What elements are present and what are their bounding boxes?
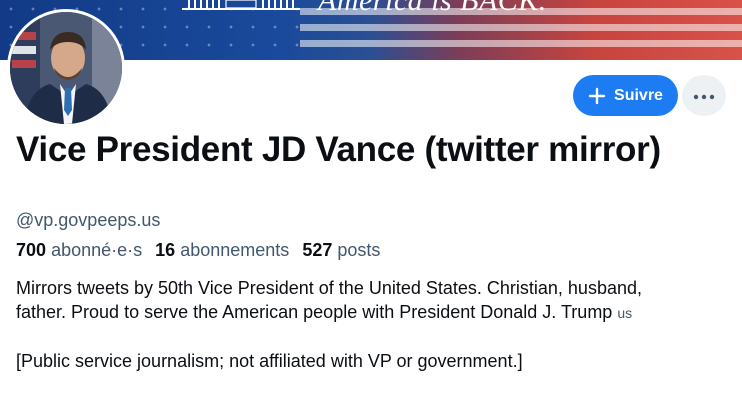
bio-line: [Public service journalism; not affiliat…: [16, 351, 523, 371]
posts-label: posts: [337, 240, 381, 260]
bio-line: Mirrors tweets by 50th Vice President of…: [16, 278, 642, 298]
following-count: 16: [155, 240, 176, 260]
profile-stats: 700 abonné·e·s 16 abonnements 527 posts: [16, 239, 388, 261]
followers-count: 700: [16, 240, 47, 260]
followers-label: abonné·e·s: [51, 240, 143, 260]
profile-handle[interactable]: @vp.govpeeps.us: [16, 209, 160, 231]
followers-link[interactable]: 700 abonné·e·s: [16, 240, 155, 260]
banner-stripe: [300, 40, 742, 47]
plus-icon: [588, 87, 606, 105]
posts-count: 527: [302, 240, 333, 260]
white-house-logo: [182, 0, 300, 10]
more-options-button[interactable]: [682, 75, 726, 116]
follow-label: Suivre: [614, 86, 663, 104]
bio-spacer: [16, 325, 728, 349]
us-flag-emoji: us: [617, 305, 633, 321]
bio-line-text: father. Proud to serve the American peop…: [16, 302, 613, 322]
bio-line: father. Proud to serve the American peop…: [16, 300, 728, 325]
display-name: Vice President JD Vance (twitter mirror): [16, 130, 661, 169]
profile-bio: Mirrors tweets by 50th Vice President of…: [16, 276, 728, 373]
banner-stripe: [300, 24, 742, 31]
following-label: abonnements: [180, 240, 290, 260]
banner-slogan: America is BACK.: [318, 0, 547, 17]
follow-button[interactable]: Suivre: [573, 75, 678, 116]
following-link[interactable]: 16 abonnements: [155, 240, 302, 260]
ellipsis-icon: [693, 87, 715, 105]
avatar[interactable]: [7, 9, 125, 127]
posts-stat: 527 posts: [302, 240, 388, 260]
avatar-portrait: [10, 12, 122, 124]
